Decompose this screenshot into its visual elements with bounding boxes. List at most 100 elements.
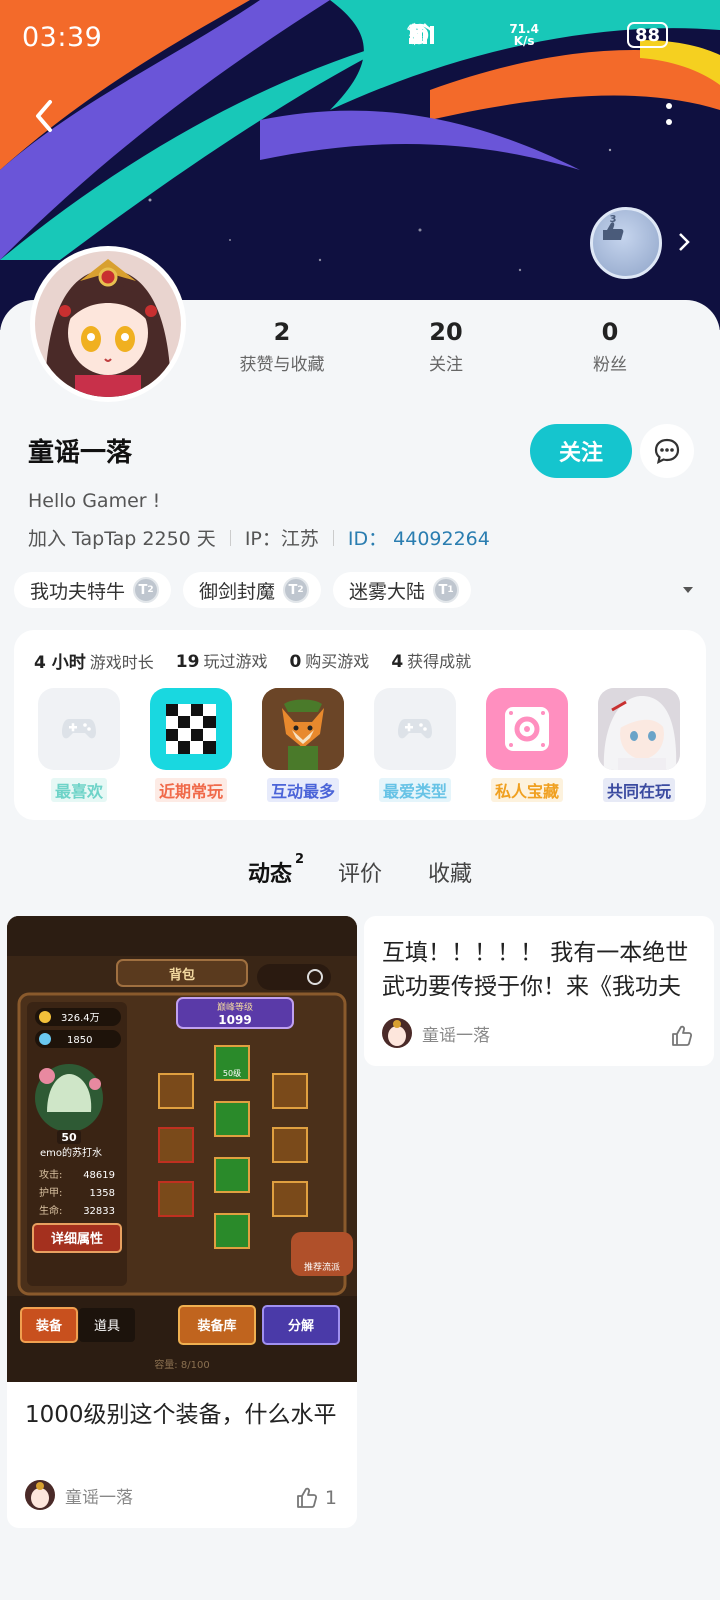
thumbs-up-medal-icon: 3 [603,214,624,240]
status-time: 03:39 [22,22,103,53]
ip-location: IP：江苏 [244,528,319,550]
post-author[interactable]: 童谣一落 [382,1018,490,1048]
game-summary-card: 4 小时游戏时长 19玩过游戏 0购买游戏 4获得成就 最喜欢 近期常玩 [14,630,706,820]
author-avatar [25,1480,55,1510]
white-haired-character-game-icon [598,688,680,770]
profile-stats: 2 获赞与收藏 20 关注 0 粉丝 [200,318,720,375]
meta-divider [332,529,334,546]
like-count: 1 [324,1487,337,1509]
game-inventory-screenshot: 背包 326.4万 1850 50 emo的苏打水 攻击: 48619 护甲: … [7,916,357,1382]
chat-bubble-icon [654,438,680,464]
stat-label: 获赞与收藏 [239,355,325,375]
game-tags: 我功夫特牛 T2 御剑封魔 T2 迷雾大陆 T1 [14,572,472,608]
svg-text:容量: 8/100: 容量: 8/100 [154,1358,209,1371]
game-tag-name: 御剑封魔 [199,580,276,603]
private-treasure-item[interactable]: 私人宝藏 [486,688,568,802]
net-speed: 71.4 K/s [509,22,539,48]
favorite-game-item[interactable]: 最喜欢 [38,688,120,802]
stat-followers[interactable]: 0 粉丝 [528,318,692,375]
meta-divider [229,529,231,546]
stat-value: 0 [601,318,619,346]
bluetooth-icon [409,22,465,47]
favorite-genre-item[interactable]: 最爱类型 [374,688,456,802]
user-id[interactable]: ID： 44092264 [348,524,490,551]
svg-text:326.4万: 326.4万 [61,1013,100,1024]
stat-likes-favorites[interactable]: 2 获赞与收藏 [200,318,364,375]
user-avatar[interactable] [30,246,186,402]
charging-icon [409,23,702,47]
svg-text:50: 50 [61,1131,77,1144]
game-stats-row: 4 小时 游戏时长 19 玩过游戏 0 购买游戏 4 获得成就 [34,648,471,673]
svg-text:攻击:: 攻击: [39,1168,62,1181]
stat-label: 关注 [429,355,463,375]
posts-count-badge: 2 [294,852,304,867]
game-icon-label: 互动最多 [266,778,339,802]
svg-text:道具: 道具 [94,1319,120,1334]
pixel-grid-game-icon [150,688,232,770]
gamepad-placeholder-icon [374,688,456,770]
content-tabs: 动态 2 评价 收藏 [0,852,720,888]
author-name: 童谣一落 [422,1025,490,1046]
more-options-button[interactable] [662,100,676,130]
cell-signal-icon: 4G [407,23,617,47]
tab-favorites[interactable]: 收藏 [428,856,472,888]
stat-following[interactable]: 20 关注 [364,318,528,375]
svg-text:装备库: 装备库 [196,1318,236,1334]
game-icon-label: 最喜欢 [50,778,107,802]
games-bought-stat[interactable]: 0 购买游戏 [289,648,369,673]
game-tag[interactable]: 御剑封魔 T2 [183,572,322,608]
most-interactive-game-item[interactable]: 互动最多 [262,688,344,802]
fox-warrior-game-icon [262,688,344,770]
svg-text:详细属性: 详细属性 [51,1231,103,1247]
wifi-icon [408,23,573,47]
tab-reviews[interactable]: 评价 [338,856,382,888]
svg-text:1099: 1099 [218,1013,251,1027]
game-icon-row: 最喜欢 近期常玩 互动最多 最爱类型 私人宝藏 共同在玩 [38,688,680,802]
tab-posts[interactable]: 动态 2 [247,852,304,888]
recent-game-item[interactable]: 近期常玩 [150,688,232,802]
join-duration: 加入 TapTap 2250 天 [28,528,216,550]
tap-level-badge-icon: T2 [283,577,310,603]
svg-text:分解: 分解 [288,1318,314,1334]
post-card[interactable]: 背包 326.4万 1850 50 emo的苏打水 攻击: 48619 护甲: … [7,916,357,1528]
playing-together-item[interactable]: 共同在玩 [598,688,680,802]
game-tag-name: 我功夫特牛 [30,580,126,603]
post-image: 背包 326.4万 1850 50 emo的苏打水 攻击: 48619 护甲: … [7,916,357,1382]
medal-chevron-right-icon[interactable] [676,230,692,254]
svg-text:1358: 1358 [90,1188,115,1199]
games-played-stat[interactable]: 19 玩过游戏 [176,648,268,673]
svg-text:50级: 50级 [223,1068,241,1078]
author-name: 童谣一落 [65,1487,133,1508]
svg-text:32833: 32833 [83,1206,115,1217]
post-title: 1000级别这个装备，什么水平 [25,1402,337,1428]
post-card[interactable]: 互填！！！！！ 我有一本绝世武功要传授于你！来《我功夫 童谣一落 [364,916,714,1066]
follow-button[interactable]: 关注 [530,424,632,478]
game-tag[interactable]: 迷雾大陆 T1 [333,572,472,608]
svg-text:48619: 48619 [83,1170,115,1181]
svg-text:emo的苏打水: emo的苏打水 [40,1146,102,1159]
achievement-medal[interactable]: 3 [590,207,662,279]
battery-indicator: 88 [626,22,668,48]
tap-level-badge-icon: T1 [433,577,460,603]
achievements-stat[interactable]: 4 获得成就 [391,648,471,673]
play-time-stat[interactable]: 4 小时 游戏时长 [34,648,154,673]
user-meta: 加入 TapTap 2250 天 IP：江苏 ID： 44092264 [28,524,490,551]
back-button[interactable] [28,96,60,136]
game-icon-label: 最爱类型 [378,778,451,802]
message-button[interactable] [640,424,694,478]
game-icon-label: 私人宝藏 [490,778,563,802]
avatar-image [35,251,181,397]
stat-label: 粉丝 [593,355,627,375]
gamepad-placeholder-icon [38,688,120,770]
svg-text:巅峰等级: 巅峰等级 [217,1001,253,1013]
post-author[interactable]: 童谣一落 [25,1480,133,1510]
user-bio: Hello Gamer ! [28,490,161,512]
game-icon-label: 近期常玩 [154,778,227,802]
status-bar: 03:39 71.4 K/s 4G 88 [0,0,720,76]
game-tag[interactable]: 我功夫特牛 T2 [14,572,172,608]
author-avatar [382,1018,412,1048]
expand-tags-caret-icon[interactable] [680,582,696,598]
svg-text:生命:: 生命: [39,1204,62,1217]
like-button[interactable]: 1 [295,1486,337,1510]
like-button[interactable] [670,1024,694,1048]
